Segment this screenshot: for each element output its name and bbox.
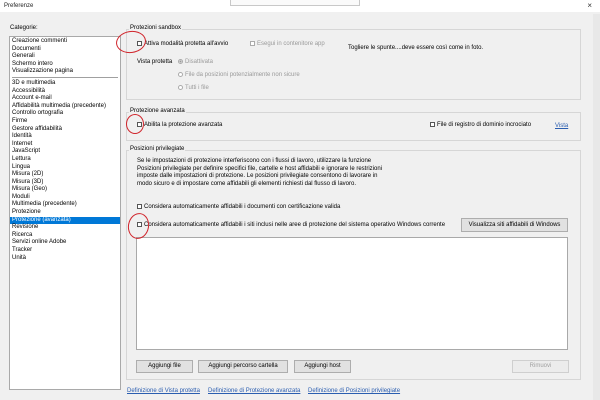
category-item[interactable]: Documenti — [10, 46, 120, 54]
category-item[interactable]: JavaScript — [10, 148, 120, 156]
top-edge-box — [230, 0, 360, 6]
protected-mode-checkbox[interactable] — [137, 41, 142, 46]
category-item[interactable]: Multimedia (precedente) — [10, 201, 120, 209]
windows-zone-label: Considera automaticamente affidabili i s… — [144, 222, 446, 229]
cross-domain-log-option[interactable]: File di registro di dominio incrociato — [430, 122, 531, 128]
view-windows-sites-button[interactable]: Visualizza siti affidabili di Windows — [461, 218, 568, 232]
view-option-all: Tutti i file — [178, 85, 209, 91]
category-item[interactable]: Internet — [10, 141, 120, 149]
add-host-button[interactable]: Aggiungi host — [294, 360, 351, 373]
category-item[interactable]: Visualizzazione pagina — [10, 68, 120, 76]
cross-domain-log-checkbox[interactable] — [430, 122, 435, 127]
windows-zone-option[interactable]: Considera automaticamente affidabili i s… — [137, 222, 445, 228]
sandbox-group-title: Protezioni sandbox — [129, 25, 183, 31]
categories-list[interactable]: Creazione commenti Documenti Generali Scher… — [9, 36, 121, 390]
category-item[interactable]: Account e-mail — [10, 95, 120, 103]
container-checkbox — [250, 41, 255, 46]
category-item[interactable]: Misura (3D) — [10, 179, 120, 187]
protected-view-definition-link[interactable]: Definizione di Vista protetta — [127, 388, 200, 394]
protected-view-label: Vista protetta — [137, 59, 173, 65]
view-option-all-label: Tutti i file — [185, 85, 209, 92]
cert-trust-option[interactable]: Considera automaticamente affidabili i d… — [137, 204, 340, 210]
privileged-description: Se le impostazioni di protezione interfe… — [137, 158, 383, 187]
category-item[interactable]: Revisione — [10, 224, 120, 232]
category-item[interactable]: Generali — [10, 53, 120, 61]
view-option-unsafe: File da posizioni potenzialmente non sic… — [178, 72, 300, 78]
view-log-link[interactable]: Vista — [555, 123, 568, 129]
view-radio-unsafe — [178, 72, 183, 77]
category-item[interactable]: Misura (Geo) — [10, 186, 120, 194]
advanced-protection-definition-link[interactable]: Definizione di Protezione avanzata — [208, 388, 300, 394]
category-item[interactable]: Affidabilità multimedia (precedente) — [10, 103, 120, 111]
remove-button: Rimuovi — [512, 360, 569, 373]
window-title: Preferenze — [4, 3, 34, 9]
cross-domain-log-label: File di registro di dominio incrociato — [437, 122, 532, 129]
category-item[interactable]: Identità — [10, 133, 120, 141]
view-option-unsafe-label: File da posizioni potenzialmente non sic… — [185, 72, 300, 79]
category-item[interactable]: Tracker — [10, 247, 120, 255]
view-option-off-label: Disattivata — [185, 59, 214, 66]
advanced-enable-label: Abilita la protezione avanzata — [144, 122, 223, 129]
category-item[interactable]: Schermo intero — [10, 61, 120, 69]
advanced-group-title: Protezione avanzata — [129, 108, 186, 114]
privileged-locations-definition-link[interactable]: Definizione di Posizioni privilegiate — [308, 388, 400, 394]
category-item[interactable]: Gestore affidabilità — [10, 126, 120, 134]
view-radio-all — [178, 85, 183, 90]
title-bar: Preferenze × — [0, 0, 600, 12]
category-item[interactable]: Lingua — [10, 164, 120, 172]
cert-trust-label: Considera automaticamente affidabili i d… — [144, 204, 341, 211]
protected-mode-label: Attiva modalità protetta all'avvio — [144, 41, 229, 48]
privileged-locations-list[interactable] — [136, 237, 568, 350]
advanced-enable-option[interactable]: Abilita la protezione avanzata — [137, 122, 222, 128]
category-item[interactable]: Moduli — [10, 194, 120, 202]
add-folder-button[interactable]: Aggiungi percorso cartella — [198, 360, 288, 373]
category-item[interactable]: Accessibilità — [10, 88, 120, 96]
advanced-enable-checkbox[interactable] — [137, 122, 142, 127]
privileged-group-title: Posizioni privilegiate — [129, 146, 186, 152]
category-item[interactable]: Firme — [10, 118, 120, 126]
category-item[interactable]: Misura (2D) — [10, 171, 120, 179]
category-item[interactable]: Controllo ortografia — [10, 110, 120, 118]
category-item[interactable]: Lettura — [10, 156, 120, 164]
category-item[interactable]: Servizi online Adobe — [10, 239, 120, 247]
category-item[interactable]: Ricerca — [10, 232, 120, 240]
window-scroll-edge — [593, 14, 600, 400]
container-option: Esegui in contenitore app — [250, 41, 325, 47]
categories-label: Categorie: — [10, 25, 38, 31]
category-item[interactable]: Protezione (avanzata) — [10, 216, 120, 225]
cert-trust-checkbox[interactable] — [137, 204, 142, 209]
windows-zone-checkbox[interactable] — [137, 222, 142, 227]
category-item[interactable]: Protezione — [10, 209, 120, 217]
close-icon[interactable]: × — [587, 1, 592, 11]
sandbox-note: Togliere le spunte....deve essere così c… — [348, 45, 484, 51]
view-radio-off — [178, 59, 183, 64]
category-item[interactable]: Creazione commenti — [10, 38, 120, 46]
view-option-off: Disattivata — [178, 59, 213, 65]
category-item[interactable]: 3D e multimedia — [10, 80, 120, 88]
category-item[interactable]: Unità — [10, 255, 120, 263]
add-file-button[interactable]: Aggiungi file — [136, 360, 193, 373]
container-label: Esegui in contenitore app — [257, 41, 325, 48]
protected-mode-option[interactable]: Attiva modalità protetta all'avvio — [137, 41, 228, 47]
